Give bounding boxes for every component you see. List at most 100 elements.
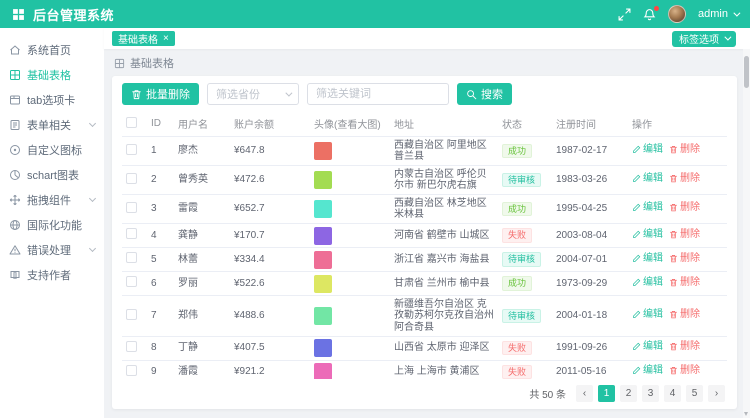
cell-username: 廖杰 [174, 137, 230, 166]
avatar[interactable] [314, 171, 332, 189]
status-badge: 失败 [502, 341, 532, 355]
scrollbar-down-arrow[interactable] [744, 412, 748, 416]
avatar[interactable] [314, 307, 332, 325]
avatar[interactable] [314, 227, 332, 245]
edit-label: 编辑 [643, 144, 663, 156]
trash-icon [669, 145, 678, 154]
sidebar-item-3[interactable]: 表单相关 [0, 112, 104, 137]
keyword-input[interactable] [307, 83, 449, 105]
avatar[interactable] [314, 363, 332, 379]
pagination-next-button[interactable]: › [708, 385, 725, 402]
home-icon [9, 44, 21, 56]
avatar[interactable] [314, 200, 332, 218]
row-checkbox[interactable] [126, 252, 137, 263]
sidebar-item-9[interactable]: 支持作者 [0, 262, 104, 287]
delete-button[interactable]: 删除 [669, 309, 700, 321]
cell-address: 西藏自治区 林芝地区 米林县 [390, 195, 498, 224]
close-icon[interactable]: × [163, 34, 169, 44]
province-select[interactable]: 筛选省份 [207, 83, 299, 105]
sidebar-item-6[interactable]: 拖拽组件 [0, 187, 104, 212]
cell-id: 8 [147, 336, 174, 360]
table-header-row: ID用户名账户余额头像(查看大图)地址状态注册时间操作 [122, 111, 727, 137]
cell-username: 龚静 [174, 224, 230, 248]
avatar[interactable] [314, 251, 332, 269]
header-checkbox[interactable] [126, 117, 137, 128]
delete-button[interactable]: 删除 [669, 229, 700, 241]
row-checkbox[interactable] [126, 309, 137, 320]
chevron-down-icon [89, 194, 96, 201]
delete-button[interactable]: 删除 [669, 341, 700, 353]
row-checkbox[interactable] [126, 202, 137, 213]
cell-register-date: 2004-07-01 [552, 248, 628, 272]
delete-button[interactable]: 删除 [669, 144, 700, 156]
row-checkbox[interactable] [126, 276, 137, 287]
delete-button[interactable]: 删除 [669, 253, 700, 265]
delete-label: 删除 [680, 365, 700, 377]
edit-label: 编辑 [643, 365, 663, 377]
row-checkbox[interactable] [126, 341, 137, 352]
edit-button[interactable]: 编辑 [632, 341, 663, 353]
batch-delete-button[interactable]: 批量删除 [122, 83, 199, 105]
table-icon [9, 69, 21, 81]
search-button[interactable]: 搜索 [457, 83, 512, 105]
sidebar-menu: 系统首页基础表格 tab选项卡表单相关自定义图标schart图表拖拽组件国际化功能… [0, 28, 104, 418]
chevron-down-icon [285, 89, 292, 96]
status-badge: 成功 [502, 202, 532, 216]
table-row: 7郑伟¥488.6新疆维吾尔自治区 克孜勒苏柯尔克孜自治州 阿合奇县待审核200… [122, 296, 727, 337]
sidebar-item-1[interactable]: 基础表格 [0, 62, 104, 87]
sidebar-item-8[interactable]: 错误处理 [0, 237, 104, 262]
bell-icon[interactable] [643, 8, 656, 21]
cell-address: 内蒙古自治区 呼伦贝尔市 新巴尔虎右旗 [390, 166, 498, 195]
edit-button[interactable]: 编辑 [632, 144, 663, 156]
pagination-page-2[interactable]: 2 [620, 385, 637, 402]
tab-bar: 基础表格 × 标签选项 [104, 28, 750, 49]
row-checkbox[interactable] [126, 365, 137, 376]
scrollbar-thumb[interactable] [744, 56, 749, 88]
sidebar-item-2[interactable]: tab选项卡 [0, 87, 104, 112]
sidebar-item-7[interactable]: 国际化功能 [0, 212, 104, 237]
sidebar-item-label: tab选项卡 [27, 92, 75, 108]
cell-username: 罗丽 [174, 272, 230, 296]
column-header-6: 注册时间 [552, 111, 628, 137]
edit-button[interactable]: 编辑 [632, 277, 663, 289]
sidebar-item-5[interactable]: schart图表 [0, 162, 104, 187]
scrollbar[interactable] [743, 49, 750, 418]
row-checkbox[interactable] [126, 173, 137, 184]
sidebar-item-0[interactable]: 系统首页 [0, 37, 104, 62]
content-card: 批量删除 筛选省份 搜索 ID用户名账户余额头像(查看大图)地址状态注册时间操作 [112, 76, 737, 409]
delete-button[interactable]: 删除 [669, 173, 700, 185]
edit-button[interactable]: 编辑 [632, 253, 663, 265]
delete-button[interactable]: 删除 [669, 202, 700, 214]
edit-button[interactable]: 编辑 [632, 365, 663, 377]
row-checkbox[interactable] [126, 144, 137, 155]
tag-options-button[interactable]: 标签选项 [672, 31, 736, 47]
cell-balance: ¥170.7 [230, 224, 310, 248]
pagination-page-4[interactable]: 4 [664, 385, 681, 402]
delete-button[interactable]: 删除 [669, 365, 700, 377]
edit-button[interactable]: 编辑 [632, 173, 663, 185]
sidebar-item-4[interactable]: 自定义图标 [0, 137, 104, 162]
cell-register-date: 1991-09-26 [552, 336, 628, 360]
pagination-page-3[interactable]: 3 [642, 385, 659, 402]
avatar[interactable] [314, 142, 332, 160]
avatar[interactable] [314, 339, 332, 357]
user-avatar[interactable] [668, 5, 686, 23]
delete-button[interactable]: 删除 [669, 277, 700, 289]
user-menu[interactable]: admin [698, 8, 738, 20]
avatar[interactable] [314, 275, 332, 293]
table-row: 4龚静¥170.7河南省 鹤壁市 山城区失败2003-08-04编辑删除 [122, 224, 727, 248]
edit-button[interactable]: 编辑 [632, 309, 663, 321]
row-checkbox[interactable] [126, 228, 137, 239]
pagination-page-5[interactable]: 5 [686, 385, 703, 402]
sidebar-item-label: 支持作者 [27, 267, 71, 283]
edit-label: 编辑 [643, 173, 663, 185]
pagination-prev-button[interactable]: ‹ [576, 385, 593, 402]
sidebar-item-label: 错误处理 [27, 242, 71, 258]
status-badge: 待审核 [502, 309, 541, 323]
trash-icon [669, 342, 678, 351]
fullscreen-icon[interactable] [618, 8, 631, 21]
pagination-page-1[interactable]: 1 [598, 385, 615, 402]
edit-button[interactable]: 编辑 [632, 229, 663, 241]
tab-basic-table[interactable]: 基础表格 × [112, 31, 175, 46]
edit-button[interactable]: 编辑 [632, 202, 663, 214]
